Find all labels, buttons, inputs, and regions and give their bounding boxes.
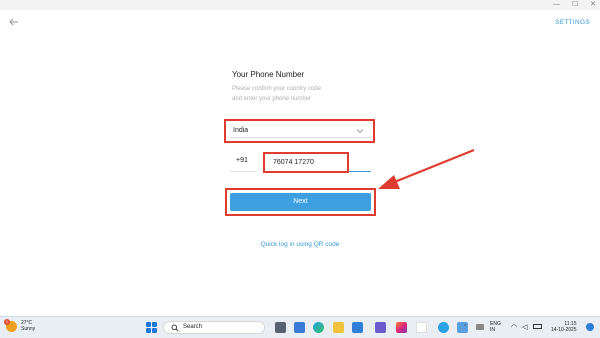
edge-icon[interactable] xyxy=(313,322,324,333)
weather-condition: Sunny xyxy=(21,326,36,332)
minimize-icon[interactable]: — xyxy=(553,1,560,9)
subtitle-line-1: Please confirm your country code xyxy=(232,86,322,92)
maximize-icon[interactable]: ☐ xyxy=(572,1,578,9)
next-button[interactable]: Next xyxy=(230,193,371,211)
sun-icon: 1 xyxy=(4,318,17,332)
next-button-highlight: Next xyxy=(225,188,376,216)
qr-login-link[interactable]: Quick log in using QR code xyxy=(261,241,340,248)
chevron-down-icon xyxy=(356,129,364,134)
file-explorer-icon[interactable] xyxy=(333,322,344,333)
search-icon xyxy=(171,324,179,332)
chrome-icon[interactable] xyxy=(416,322,427,333)
country-code-underline xyxy=(230,171,256,172)
volume-icon[interactable]: ◁ xyxy=(522,323,527,331)
language-indicator[interactable]: ENG IN xyxy=(490,321,501,333)
close-icon[interactable]: ✕ xyxy=(590,1,596,9)
windows-start-icon[interactable] xyxy=(146,322,157,333)
settings-link[interactable]: SETTINGS xyxy=(555,19,590,26)
search-label: Search xyxy=(183,324,203,330)
instagram-icon[interactable] xyxy=(396,322,407,333)
country-code-field[interactable]: +91 xyxy=(236,157,248,164)
subtitle-line-2: and enter your phone number xyxy=(232,96,312,102)
taskbar-search[interactable]: Search xyxy=(163,321,265,334)
title-bar: — ☐ ✕ xyxy=(0,0,600,10)
country-select[interactable]: India xyxy=(224,119,375,143)
chevron-up-icon[interactable]: ⌃ xyxy=(463,324,467,330)
task-view-icon[interactable] xyxy=(294,322,305,333)
notification-badge: 1 xyxy=(4,318,10,325)
country-value: India xyxy=(233,127,249,134)
notification-icon[interactable] xyxy=(586,323,594,331)
clock-date: 14-10-2025 xyxy=(551,327,577,333)
wifi-icon[interactable]: ◠ xyxy=(511,323,517,331)
language-line-2: IN xyxy=(490,327,495,333)
phone-number-value: 76074 17270 xyxy=(273,159,314,166)
mail-icon[interactable] xyxy=(352,322,363,333)
taskbar: 1 27°C Sunny Search ⌃ ENG IN ◠ ◁ 11:15 1… xyxy=(0,316,600,338)
page-title: Your Phone Number xyxy=(232,70,305,79)
qr-login-link-row: Quick log in using QR code xyxy=(0,241,600,248)
store-icon[interactable] xyxy=(375,322,386,333)
cloud-icon[interactable] xyxy=(476,324,484,330)
phone-number-input[interactable]: 76074 17270 xyxy=(263,152,349,173)
telegram-icon[interactable] xyxy=(438,322,449,333)
weather-widget[interactable]: 1 27°C Sunny xyxy=(4,318,36,332)
annotation-arrow-icon xyxy=(378,148,475,189)
battery-icon[interactable] xyxy=(533,324,542,329)
telegram-window: — ☐ ✕ SETTINGS Your Phone Number Please … xyxy=(0,0,600,338)
back-arrow-icon[interactable] xyxy=(8,16,20,28)
clock[interactable]: 11:15 14-10-2025 xyxy=(551,321,577,333)
window-controls: — ☐ ✕ xyxy=(553,1,596,9)
widgets-icon[interactable] xyxy=(275,322,286,333)
